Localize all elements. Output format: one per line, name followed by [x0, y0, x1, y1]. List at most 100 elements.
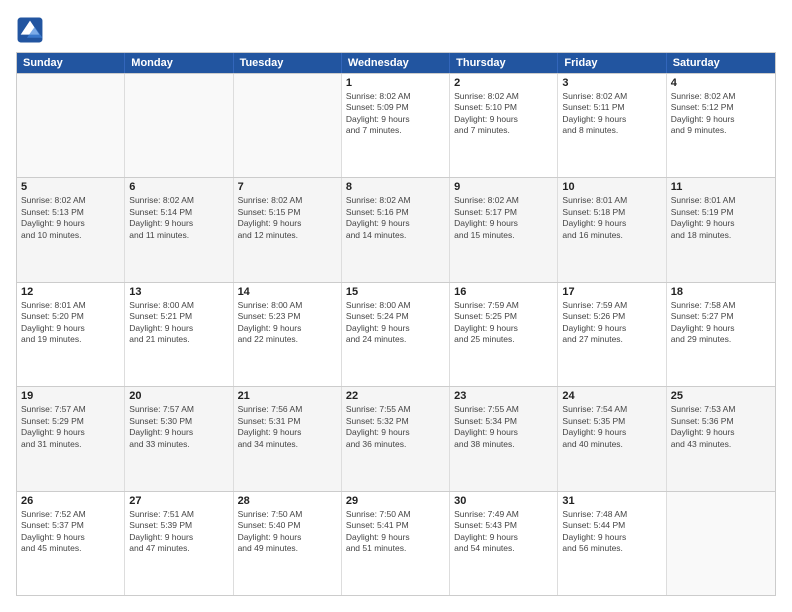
calendar-cell: 16 Sunrise: 7:59 AM Sunset: 5:25 PM Dayli…	[450, 283, 558, 386]
page-header	[16, 16, 776, 44]
calendar-cell: 23 Sunrise: 7:55 AM Sunset: 5:34 PM Dayli…	[450, 387, 558, 490]
cell-info: Sunrise: 8:02 AM Sunset: 5:13 PM Dayligh…	[21, 195, 120, 241]
calendar-cell	[17, 74, 125, 177]
calendar-cell: 24Sunrise: 7:54 AM Sunset: 5:35 PM Dayli…	[558, 387, 666, 490]
calendar-body: 1Sunrise: 8:02 AM Sunset: 5:09 PM Daylig…	[17, 73, 775, 595]
cell-day-number: 6	[129, 181, 228, 193]
cell-info: Sunrise: 8:02 AM Sunset: 5:14 PM Dayligh…	[129, 195, 228, 241]
calendar-cell: 22 Sunrise: 7:55 AM Sunset: 5:32 PM Dayli…	[342, 387, 450, 490]
cell-day-number: 12	[21, 286, 120, 298]
calendar-cell: 27 Sunrise: 7:51 AM Sunset: 5:39 PM Dayli…	[125, 492, 233, 595]
cell-info: Sunrise: 7:59 AM Sunset: 5:25 PM Dayligh…	[454, 300, 553, 346]
calendar-cell: 13 Sunrise: 8:00 AM Sunset: 5:21 PM Dayli…	[125, 283, 233, 386]
cell-info: Sunrise: 8:02 AM Sunset: 5:17 PM Dayligh…	[454, 195, 553, 241]
calendar-header-cell: Tuesday	[234, 53, 342, 73]
cell-day-number: 22	[346, 390, 445, 402]
cell-info: Sunrise: 7:59 AM Sunset: 5:26 PM Dayligh…	[562, 300, 661, 346]
cell-day-number: 5	[21, 181, 120, 193]
cell-info: Sunrise: 8:01 AM Sunset: 5:20 PM Dayligh…	[21, 300, 120, 346]
cell-day-number: 9	[454, 181, 553, 193]
calendar-cell: 4 Sunrise: 8:02 AM Sunset: 5:12 PM Daylig…	[667, 74, 775, 177]
cell-info: Sunrise: 7:55 AM Sunset: 5:32 PM Dayligh…	[346, 404, 445, 450]
calendar: SundayMondayTuesdayWednesdayThursdayFrid…	[16, 52, 776, 596]
cell-info: Sunrise: 8:01 AM Sunset: 5:19 PM Dayligh…	[671, 195, 771, 241]
calendar-week: 26 Sunrise: 7:52 AM Sunset: 5:37 PM Dayli…	[17, 491, 775, 595]
calendar-cell: 30 Sunrise: 7:49 AM Sunset: 5:43 PM Dayli…	[450, 492, 558, 595]
logo	[16, 16, 48, 44]
cell-day-number: 2	[454, 77, 553, 89]
cell-day-number: 29	[346, 495, 445, 507]
cell-day-number: 30	[454, 495, 553, 507]
calendar-week: 5 Sunrise: 8:02 AM Sunset: 5:13 PM Daylig…	[17, 177, 775, 281]
cell-info: Sunrise: 8:00 AM Sunset: 5:21 PM Dayligh…	[129, 300, 228, 346]
cell-day-number: 10	[562, 181, 661, 193]
cell-day-number: 15	[346, 286, 445, 298]
cell-info: Sunrise: 7:52 AM Sunset: 5:37 PM Dayligh…	[21, 509, 120, 555]
cell-day-number: 27	[129, 495, 228, 507]
cell-info: Sunrise: 7:50 AM Sunset: 5:41 PM Dayligh…	[346, 509, 445, 555]
cell-info: Sunrise: 7:56 AM Sunset: 5:31 PM Dayligh…	[238, 404, 337, 450]
calendar-cell: 29 Sunrise: 7:50 AM Sunset: 5:41 PM Dayli…	[342, 492, 450, 595]
calendar-cell: 25 Sunrise: 7:53 AM Sunset: 5:36 PM Dayli…	[667, 387, 775, 490]
cell-info: Sunrise: 8:02 AM Sunset: 5:12 PM Dayligh…	[671, 91, 771, 137]
cell-day-number: 21	[238, 390, 337, 402]
calendar-cell: 11 Sunrise: 8:01 AM Sunset: 5:19 PM Dayli…	[667, 178, 775, 281]
cell-day-number: 23	[454, 390, 553, 402]
cell-day-number: 25	[671, 390, 771, 402]
calendar-header-cell: Sunday	[17, 53, 125, 73]
calendar-header-cell: Monday	[125, 53, 233, 73]
calendar-cell: 20Sunrise: 7:57 AM Sunset: 5:30 PM Dayli…	[125, 387, 233, 490]
cell-info: Sunrise: 7:51 AM Sunset: 5:39 PM Dayligh…	[129, 509, 228, 555]
calendar-cell: 3 Sunrise: 8:02 AM Sunset: 5:11 PM Daylig…	[558, 74, 666, 177]
calendar-cell: 21 Sunrise: 7:56 AM Sunset: 5:31 PM Dayli…	[234, 387, 342, 490]
calendar-cell: 2 Sunrise: 8:02 AM Sunset: 5:10 PM Daylig…	[450, 74, 558, 177]
cell-info: Sunrise: 7:49 AM Sunset: 5:43 PM Dayligh…	[454, 509, 553, 555]
calendar-cell: 9 Sunrise: 8:02 AM Sunset: 5:17 PM Daylig…	[450, 178, 558, 281]
calendar-cell	[125, 74, 233, 177]
cell-day-number: 18	[671, 286, 771, 298]
calendar-cell: 1Sunrise: 8:02 AM Sunset: 5:09 PM Daylig…	[342, 74, 450, 177]
cell-day-number: 11	[671, 181, 771, 193]
cell-info: Sunrise: 7:53 AM Sunset: 5:36 PM Dayligh…	[671, 404, 771, 450]
calendar-cell: 28Sunrise: 7:50 AM Sunset: 5:40 PM Dayli…	[234, 492, 342, 595]
calendar-header-cell: Thursday	[450, 53, 558, 73]
calendar-header-cell: Friday	[558, 53, 666, 73]
calendar-header: SundayMondayTuesdayWednesdayThursdayFrid…	[17, 53, 775, 73]
cell-info: Sunrise: 7:58 AM Sunset: 5:27 PM Dayligh…	[671, 300, 771, 346]
cell-info: Sunrise: 7:57 AM Sunset: 5:30 PM Dayligh…	[129, 404, 228, 450]
cell-info: Sunrise: 8:02 AM Sunset: 5:10 PM Dayligh…	[454, 91, 553, 137]
cell-day-number: 26	[21, 495, 120, 507]
calendar-week: 19 Sunrise: 7:57 AM Sunset: 5:29 PM Dayli…	[17, 386, 775, 490]
cell-info: Sunrise: 8:00 AM Sunset: 5:24 PM Dayligh…	[346, 300, 445, 346]
cell-info: Sunrise: 7:57 AM Sunset: 5:29 PM Dayligh…	[21, 404, 120, 450]
calendar-week: 12 Sunrise: 8:01 AM Sunset: 5:20 PM Dayli…	[17, 282, 775, 386]
logo-icon	[16, 16, 44, 44]
calendar-cell	[234, 74, 342, 177]
calendar-cell: 5 Sunrise: 8:02 AM Sunset: 5:13 PM Daylig…	[17, 178, 125, 281]
cell-day-number: 16	[454, 286, 553, 298]
cell-day-number: 8	[346, 181, 445, 193]
cell-day-number: 13	[129, 286, 228, 298]
calendar-cell: 26 Sunrise: 7:52 AM Sunset: 5:37 PM Dayli…	[17, 492, 125, 595]
cell-day-number: 31	[562, 495, 661, 507]
calendar-cell: 17 Sunrise: 7:59 AM Sunset: 5:26 PM Dayli…	[558, 283, 666, 386]
calendar-cell: 6 Sunrise: 8:02 AM Sunset: 5:14 PM Daylig…	[125, 178, 233, 281]
calendar-cell: 18 Sunrise: 7:58 AM Sunset: 5:27 PM Dayli…	[667, 283, 775, 386]
calendar-cell: 10Sunrise: 8:01 AM Sunset: 5:18 PM Dayli…	[558, 178, 666, 281]
cell-day-number: 1	[346, 77, 445, 89]
calendar-cell: 8Sunrise: 8:02 AM Sunset: 5:16 PM Daylig…	[342, 178, 450, 281]
calendar-header-cell: Wednesday	[342, 53, 450, 73]
cell-info: Sunrise: 7:55 AM Sunset: 5:34 PM Dayligh…	[454, 404, 553, 450]
cell-info: Sunrise: 8:02 AM Sunset: 5:15 PM Dayligh…	[238, 195, 337, 241]
cell-day-number: 17	[562, 286, 661, 298]
cell-day-number: 4	[671, 77, 771, 89]
cell-day-number: 3	[562, 77, 661, 89]
cell-day-number: 19	[21, 390, 120, 402]
cell-info: Sunrise: 8:02 AM Sunset: 5:11 PM Dayligh…	[562, 91, 661, 137]
cell-info: Sunrise: 8:00 AM Sunset: 5:23 PM Dayligh…	[238, 300, 337, 346]
cell-day-number: 14	[238, 286, 337, 298]
cell-day-number: 7	[238, 181, 337, 193]
calendar-cell	[667, 492, 775, 595]
cell-day-number: 24	[562, 390, 661, 402]
calendar-week: 1Sunrise: 8:02 AM Sunset: 5:09 PM Daylig…	[17, 73, 775, 177]
